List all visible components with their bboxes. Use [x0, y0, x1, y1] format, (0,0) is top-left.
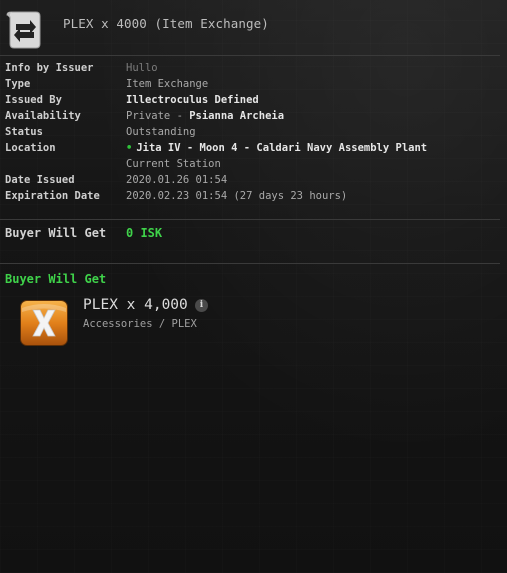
detail-label: Type [5, 78, 31, 90]
detail-label: Expiration Date [5, 190, 100, 202]
detail-label: Info by Issuer [5, 62, 94, 74]
availability-prefix: Private - [126, 110, 190, 122]
detail-row-current-station: Current Station [5, 156, 500, 172]
detail-value: Outstanding [126, 126, 196, 138]
detail-label: Date Issued [5, 174, 75, 186]
security-status-dot-icon: • [126, 142, 133, 154]
location-link[interactable]: Jita IV - Moon 4 - Caldari Navy Assembly… [136, 142, 427, 154]
detail-value: Hullo [126, 62, 158, 74]
window-header: PLEX x 4000 (Item Exchange) [0, 0, 507, 54]
detail-value: Item Exchange [126, 78, 209, 90]
header-divider [0, 55, 500, 56]
detail-label: Status [5, 126, 43, 138]
detail-row-type: Type Item Exchange [5, 76, 500, 92]
detail-row-status: Status Outstanding [5, 124, 500, 140]
info-icon[interactable]: i [195, 299, 208, 312]
detail-row-expiration-date: Expiration Date 2020.02.23 01:54 (27 day… [5, 188, 500, 204]
detail-value: 2020.02.23 01:54 (27 days 23 hours) [126, 190, 348, 202]
contract-title: PLEX x 4000 (Item Exchange) [63, 16, 269, 31]
current-station-label: Current Station [126, 158, 221, 170]
detail-row-date-issued: Date Issued 2020.01.26 01:54 [5, 172, 500, 188]
contract-details: Info by Issuer Hullo Type Item Exchange … [5, 60, 500, 204]
item-name[interactable]: PLEX x 4,000 [83, 297, 188, 313]
detail-row-location: Location • Jita IV - Moon 4 - Caldari Nav… [5, 140, 500, 156]
detail-value: 2020.01.26 01:54 [126, 174, 228, 186]
availability-character-link[interactable]: Psianna Archeia [189, 110, 284, 122]
detail-row-info-by-issuer: Info by Issuer Hullo [5, 60, 500, 76]
detail-value: • Jita IV - Moon 4 - Caldari Navy Assembl… [126, 140, 427, 156]
detail-row-issued-by: Issued By Illectroculus Defined [5, 92, 500, 108]
detail-label: Location [5, 142, 56, 154]
contract-exchange-icon [6, 11, 41, 49]
price-value: 0 ISK [126, 226, 163, 240]
detail-value: Private - Psianna Archeia [126, 108, 284, 124]
price-divider [0, 263, 500, 264]
plex-icon[interactable] [18, 298, 70, 348]
issuer-link[interactable]: Illectroculus Defined [126, 92, 259, 108]
items-section-title: Buyer Will Get [5, 272, 107, 286]
detail-row-availability: Availability Private - Psianna Archeia [5, 108, 500, 124]
details-divider [0, 219, 500, 220]
detail-label: Availability [5, 110, 81, 122]
item-category: Accessories / PLEX [83, 318, 197, 330]
price-label: Buyer Will Get [5, 226, 107, 240]
detail-label: Issued By [5, 94, 62, 106]
